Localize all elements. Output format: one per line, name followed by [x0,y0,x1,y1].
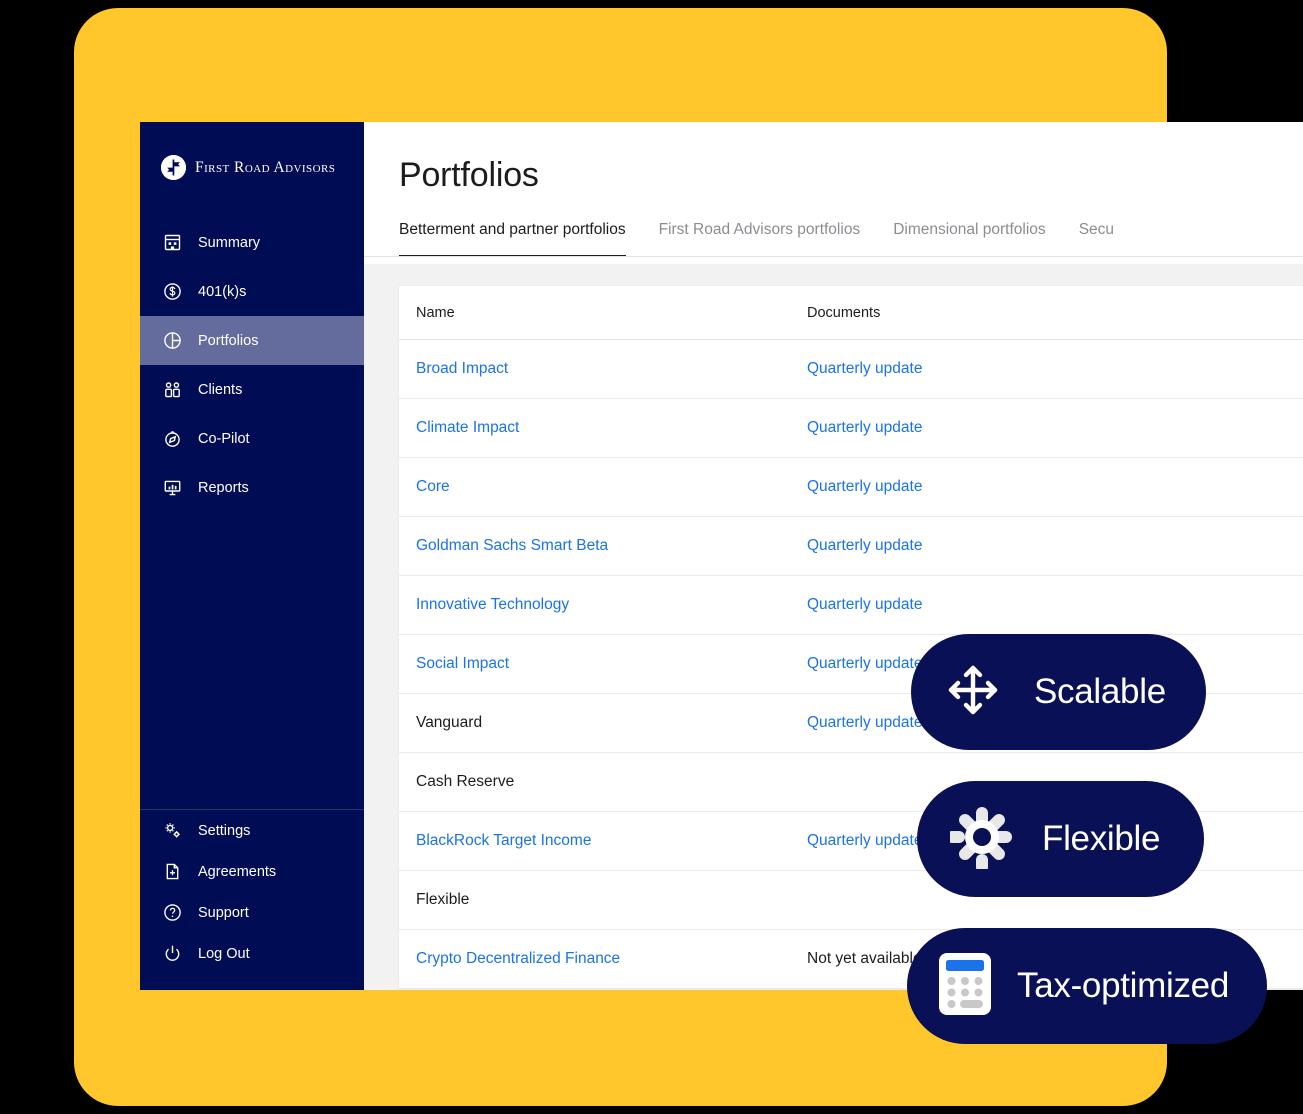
portfolio-name: Cash Reserve [416,773,515,790]
portfolio-document[interactable]: Quarterly update [807,537,1303,555]
portfolio-document[interactable]: Quarterly update [807,419,1303,437]
page-title: Portfolios [399,156,539,194]
sidebar-item-label: 401(k)s [198,283,247,300]
table-row: Core Quarterly update [399,458,1303,517]
sidebar-item-agreements[interactable]: Agreements [140,851,364,892]
sidebar-secondary-nav: Settings Agreements Support Log Out [140,810,364,990]
sidebar-item-label: Clients [198,381,243,398]
power-icon [162,943,183,964]
sidebar-primary-nav: Summary 401(k)s Portfolios Clients Co-Pi… [140,218,364,512]
tab-betterment-and-partner-portfolios[interactable]: Betterment and partner portfolios [399,221,626,257]
tab-first-road-advisors-portfolios[interactable]: First Road Advisors portfolios [659,221,861,257]
sidebar-item-co-pilot[interactable]: Co-Pilot [140,414,364,463]
brand-logo[interactable]: First Road Advisors [140,122,364,180]
table-row: Goldman Sachs Smart Beta Quarterly updat… [399,517,1303,576]
sidebar-item-portfolios[interactable]: Portfolios [140,316,364,365]
table-row: Broad Impact Quarterly update [399,340,1303,399]
table-row: Innovative Technology Quarterly update [399,576,1303,635]
portfolio-name[interactable]: Core [416,478,807,496]
gear-icon [946,805,1014,874]
table-header-row: Name Documents [399,286,1303,340]
portfolio-name[interactable]: Broad Impact [416,360,807,378]
portfolio-name[interactable]: Climate Impact [416,419,807,437]
portfolio-name: Vanguard [416,714,483,731]
compass-icon [162,428,183,449]
badge-flexible[interactable]: Flexible [917,781,1205,897]
sidebar-item-401ks[interactable]: 401(k)s [140,267,364,316]
portfolio-name[interactable]: BlackRock Target Income [416,832,807,850]
sidebar-item-clients[interactable]: Clients [140,365,364,414]
presentation-chart-icon [162,477,183,498]
people-icon [162,379,183,400]
tab-bar-rule [364,256,1303,257]
portfolio-document[interactable]: Quarterly update [807,478,1303,496]
portfolio-name[interactable]: Crypto Decentralized Finance [416,950,807,968]
sidebar-item-settings[interactable]: Settings [140,810,364,851]
sidebar-item-label: Co-Pilot [198,430,250,447]
sidebar-item-support[interactable]: Support [140,892,364,933]
column-header-name: Name [416,304,455,321]
dollar-circle-icon [162,281,183,302]
badge-label: Tax-optimized [1017,966,1230,1005]
gears-icon [162,820,183,841]
tab-secu[interactable]: Secu [1079,221,1114,257]
question-circle-icon [162,902,183,923]
portfolio-name[interactable]: Social Impact [416,655,807,673]
sidebar: First Road Advisors Summary 401(k)s Port… [140,122,364,990]
sidebar-item-label: Settings [198,822,251,839]
sidebar-item-label: Log Out [198,945,250,962]
badge-tax-optimized[interactable]: Tax-optimized [907,928,1268,1044]
sidebar-item-label: Reports [198,479,249,496]
sidebar-item-label: Agreements [198,863,277,880]
table-row: Climate Impact Quarterly update [399,399,1303,458]
brand-name: First Road Advisors [195,158,336,176]
portfolio-document[interactable]: Quarterly update [807,596,1303,614]
badge-label: Flexible [1042,819,1161,858]
calculator-icon [939,952,991,1020]
badge-label: Scalable [1034,672,1166,711]
document-plus-icon [162,861,183,882]
sidebar-item-summary[interactable]: Summary [140,218,364,267]
pie-chart-icon [162,330,183,351]
portfolio-name: Flexible [416,891,470,908]
sidebar-item-reports[interactable]: Reports [140,463,364,512]
column-header-documents: Documents [807,304,881,321]
signpost-logo-icon [161,155,186,180]
portfolio-name[interactable]: Goldman Sachs Smart Beta [416,537,807,555]
building-icon [162,232,183,253]
tab-dimensional-portfolios[interactable]: Dimensional portfolios [893,221,1046,257]
badge-scalable[interactable]: Scalable [911,634,1206,750]
portfolio-document[interactable]: Quarterly update [807,360,1303,378]
portfolio-name[interactable]: Innovative Technology [416,596,807,614]
sidebar-item-label: Support [198,904,249,921]
sidebar-item-label: Portfolios [198,332,259,349]
sidebar-item-log-out[interactable]: Log Out [140,933,364,974]
sidebar-item-label: Summary [198,234,261,251]
tab-bar: Betterment and partner portfolios First … [364,195,1303,257]
screenshot-stage: First Road Advisors Summary 401(k)s Port… [0,0,1303,1114]
four-way-arrows-icon [942,659,1004,726]
